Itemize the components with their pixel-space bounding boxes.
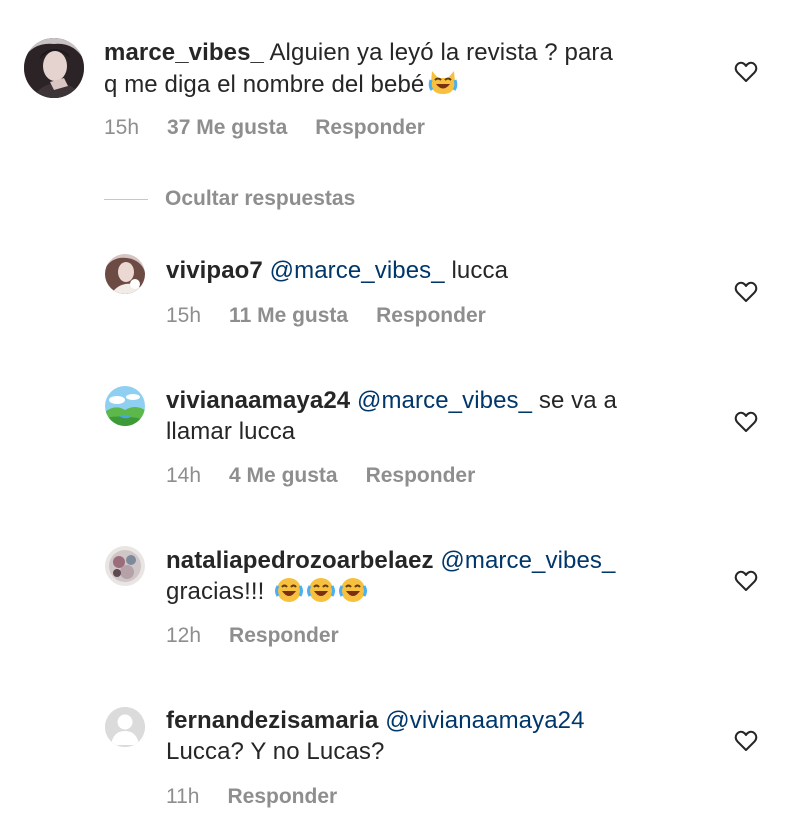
timestamp: 12h	[166, 624, 202, 647]
comment-text: se va a	[538, 387, 617, 414]
mention-link[interactable]: @marce_vibes_	[440, 547, 615, 574]
avatar-landscape-icon	[105, 386, 145, 426]
avatar-photo-icon	[105, 546, 145, 586]
comment-meta: 15h 11 Me gusta Responder	[166, 304, 514, 328]
avatar[interactable]	[105, 386, 145, 426]
likes-count[interactable]: 11 Me gusta	[229, 304, 348, 327]
comment-meta: 12h Responder	[166, 624, 367, 648]
comment-line-1: marce_vibes_ Alguien ya leyó la revista …	[104, 37, 714, 68]
timestamp: 15h	[166, 304, 202, 327]
avatar-photo-icon	[105, 254, 145, 294]
comment-text: gracias!!!	[166, 578, 265, 605]
likes-count[interactable]: 4 Me gusta	[229, 464, 338, 487]
username[interactable]: fernandezisamaria	[166, 707, 378, 734]
comment-line-1: fernandezisamaria @vivianaamaya24	[166, 705, 726, 736]
comment-text: Alguien ya leyó la revista ? para	[269, 39, 613, 66]
avatar[interactable]	[24, 38, 84, 98]
mention-link[interactable]: @marce_vibes_	[270, 257, 445, 284]
like-heart-icon[interactable]	[734, 281, 758, 308]
comment-text: lucca	[451, 257, 509, 284]
hide-replies-button[interactable]: Ocultar respuestas	[104, 185, 355, 213]
username[interactable]: vivianaamaya24	[166, 387, 350, 414]
like-heart-icon[interactable]	[734, 570, 758, 597]
mention-link[interactable]: @vivianaamaya24	[385, 707, 584, 734]
username[interactable]: nataliapedrozoarbelaez	[166, 547, 434, 574]
reply-button[interactable]: Responder	[229, 624, 339, 647]
comment-text-2: llamar lucca	[166, 418, 296, 445]
comment-line-2: q me diga el nombre del bebé	[104, 68, 714, 104]
default-avatar-icon	[105, 707, 145, 747]
comment-meta: 11h Responder	[166, 785, 365, 809]
like-heart-icon[interactable]	[734, 730, 758, 757]
like-heart-icon[interactable]	[734, 61, 758, 88]
comment-line-1: vivianaamaya24 @marce_vibes_ se va a	[166, 385, 726, 416]
mention-link[interactable]: @marce_vibes_	[357, 387, 532, 414]
comment-line-1: nataliapedrozoarbelaez @marce_vibes_	[166, 545, 726, 576]
reply-button[interactable]: Responder	[376, 304, 486, 327]
likes-count[interactable]: 37 Me gusta	[167, 116, 287, 139]
timestamp: 11h	[166, 785, 200, 808]
laughing-cat-emoji-icon	[428, 68, 458, 104]
hide-replies-label[interactable]: Ocultar respuestas	[165, 187, 355, 211]
comment-text-2: q me diga el nombre del bebé	[104, 71, 425, 98]
comment-meta: 14h 4 Me gusta Responder	[166, 464, 503, 488]
comment-text: Lucca? Y no Lucas?	[166, 738, 385, 765]
tears-of-joy-emoji-icon	[275, 577, 304, 611]
timestamp: 14h	[166, 464, 202, 487]
timestamp: 15h	[104, 116, 140, 139]
reply-button[interactable]: Responder	[315, 116, 425, 139]
reply-button[interactable]: Responder	[227, 785, 337, 808]
like-heart-icon[interactable]	[734, 411, 758, 438]
username[interactable]: marce_vibes_	[104, 39, 264, 66]
avatar[interactable]	[105, 254, 145, 294]
avatar[interactable]	[105, 546, 145, 586]
reply-button[interactable]: Responder	[366, 464, 476, 487]
avatar[interactable]	[105, 707, 145, 747]
tears-of-joy-emoji-icon	[339, 577, 368, 611]
username[interactable]: vivipao7	[166, 257, 263, 284]
comment-meta: 15h 37 Me gusta Responder	[104, 116, 453, 140]
divider	[104, 198, 148, 200]
tears-of-joy-emoji-icon	[307, 577, 336, 611]
avatar-photo-icon	[24, 38, 84, 98]
comment-line-2: gracias!!!	[166, 576, 726, 611]
